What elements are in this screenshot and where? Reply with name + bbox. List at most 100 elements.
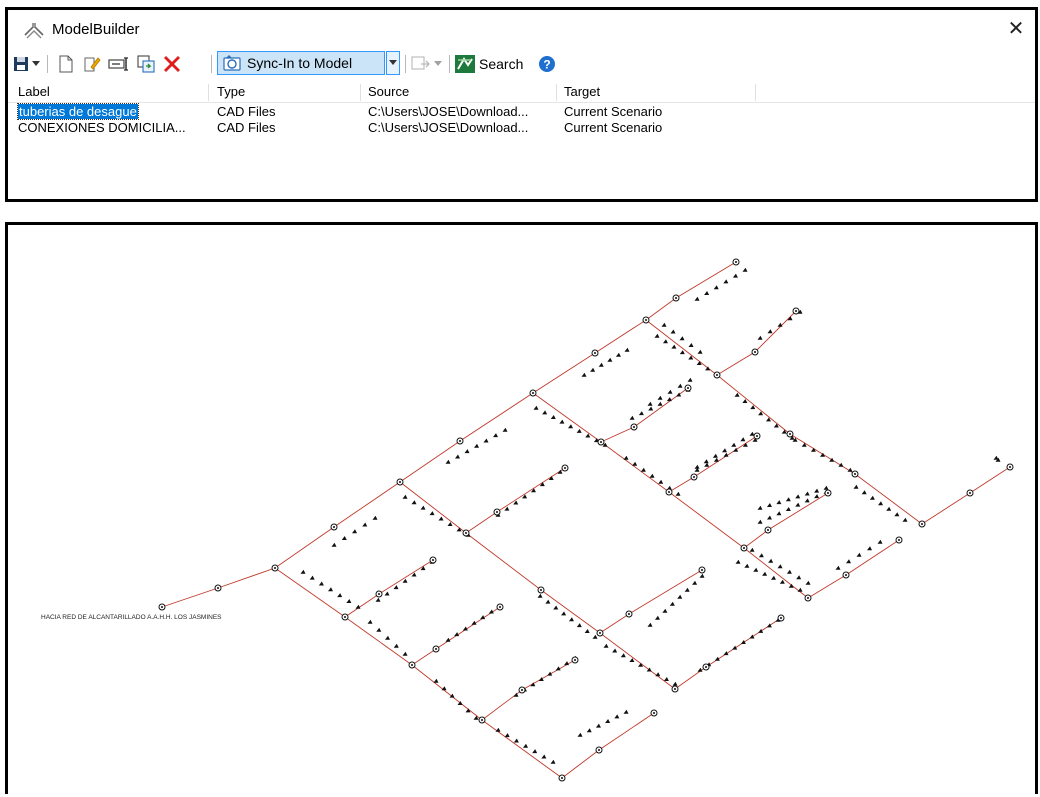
sync-dropdown[interactable] [386,51,400,75]
connection-mark [542,410,548,415]
connection-mark [688,343,694,348]
manhole-center [743,547,745,549]
duplicate-button[interactable] [135,53,157,75]
connection-mark [346,598,352,603]
build-dropdown[interactable] [433,53,443,75]
column-header-label[interactable]: Label [18,84,50,101]
manhole-center [628,613,630,615]
connection-mark [561,611,567,616]
connection-mark [671,344,677,349]
connection-mark [768,558,774,563]
manhole-center [574,659,576,661]
row-label[interactable]: tuberias de desague [17,103,139,120]
column-header-target[interactable]: Target [564,84,600,101]
table-row[interactable]: tuberias de desague CAD Files C:\Users\J… [8,103,1035,120]
connection-mark [375,597,381,602]
connection-mark [595,723,601,728]
connection-mark [795,494,801,499]
connection-mark [654,333,660,338]
row-label[interactable]: CONEXIONES DOMICILIA... [18,120,186,135]
manholes [158,258,1014,782]
connection-mark [545,599,551,604]
connection-mark [649,473,655,478]
window-title: ModelBuilder [52,21,140,38]
connection-mark [367,619,373,624]
connection-mark [767,329,773,334]
column-header-type[interactable]: Type [217,84,245,101]
house-connections [300,267,1001,764]
connection-mark [550,759,556,764]
connection-mark [657,395,663,400]
connection-mark [577,732,583,737]
connection-mark [785,497,791,502]
connection-mark [777,564,783,569]
column-header-source[interactable]: Source [368,84,409,101]
connection-mark [723,279,729,284]
table-row[interactable]: CONEXIONES DOMICILIA... CAD Files C:\Use… [8,120,1035,136]
sync-icon [223,55,241,71]
pipe-line [532,392,809,599]
build-button[interactable] [410,53,432,75]
pipe-line [399,481,676,690]
connection-mark [886,506,892,511]
connection-mark [393,643,399,648]
connection-mark [814,488,820,493]
row-target: Current Scenario [564,120,663,135]
search-button[interactable]: Search [454,53,532,75]
row-type: CAD Files [217,104,276,119]
connection-mark [770,575,776,580]
help-button[interactable]: ? [536,53,558,75]
connection-mark [878,501,883,506]
manhole-center [465,532,467,534]
connection-mark [581,372,587,377]
pipe-line [921,466,1011,525]
connection-mark [402,578,408,583]
connection-mark [757,335,763,340]
manhole-center [599,632,601,634]
manhole-center [898,539,900,541]
manhole-center [633,426,635,428]
column-divider [755,84,756,101]
new-button[interactable] [56,53,76,75]
pipe-line [743,492,829,549]
connection-mark [735,559,741,564]
save-dropdown[interactable] [31,53,41,75]
cad-drawing-view[interactable]: HACIA RED DE ALCANTARILLADO A.A.H.H. LOS… [5,222,1038,794]
sync-in-to-model-button[interactable]: Sync-In to Model [217,51,385,75]
connection-mark [402,651,408,656]
pipe-network [161,261,1011,779]
manhole-center [754,351,756,353]
manhole-center [653,712,655,714]
connection-mark [675,491,681,496]
connection-mark [615,352,621,357]
save-button[interactable] [12,53,30,75]
row-source: C:\Users\JOSE\Download... [368,104,529,119]
connection-mark [838,462,844,467]
data-sources-table: Label Type Source Target tuberias de des… [8,82,1035,136]
pipe-line [668,435,758,493]
manhole-center [600,441,602,443]
pipe-line [674,617,782,690]
connection-mark [533,405,539,410]
edit-button[interactable] [82,53,102,75]
connection-mark [629,415,635,420]
manhole-center [827,492,829,494]
connection-mark [474,443,479,448]
connection-mark [640,467,646,472]
connection-mark [537,593,543,598]
connection-mark [704,291,710,295]
manhole-center [496,511,498,513]
delete-button[interactable] [161,53,183,75]
connection-mark [796,575,802,580]
close-button[interactable]: ✕ [1003,16,1029,42]
connection-mark [731,442,737,447]
search-icon [455,55,475,73]
manhole-center [716,374,718,376]
rename-button[interactable] [107,53,131,75]
connection-mark [740,437,746,442]
connection-mark [846,559,851,564]
connection-mark [318,581,324,586]
manhole-center [532,392,534,394]
duplicate-icon [137,55,155,73]
connection-mark [483,438,489,443]
